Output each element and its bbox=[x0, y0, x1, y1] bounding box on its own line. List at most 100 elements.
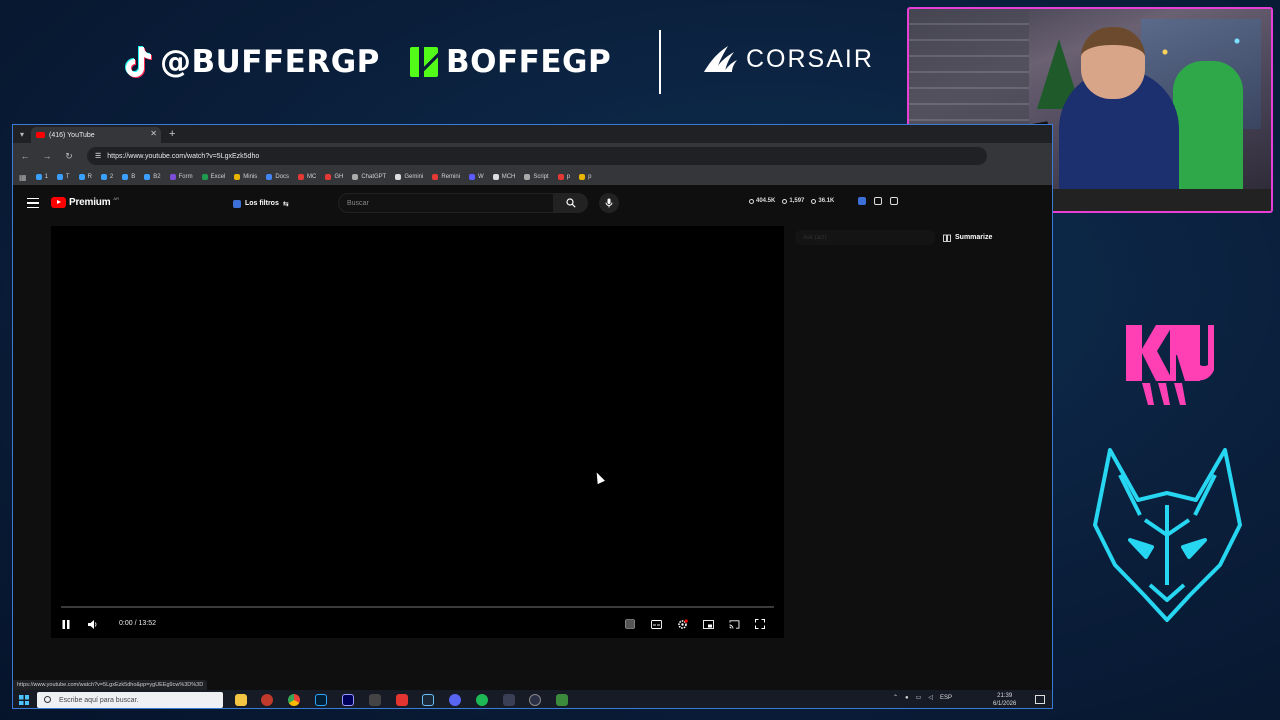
photoshop-icon[interactable] bbox=[315, 694, 327, 706]
tab-search-button[interactable]: ▾ bbox=[13, 125, 31, 143]
bookmark-item[interactable]: Script bbox=[524, 174, 549, 180]
webcam-streamer-head bbox=[1081, 27, 1145, 99]
bookmark-label: Form bbox=[178, 174, 193, 180]
cast-button[interactable] bbox=[727, 617, 741, 631]
bookmark-favicon-icon bbox=[432, 174, 439, 180]
search-button[interactable] bbox=[554, 193, 588, 213]
hamburger-menu-icon[interactable] bbox=[27, 198, 39, 208]
app-gear-icon[interactable] bbox=[529, 694, 541, 706]
volume-button[interactable] bbox=[86, 617, 100, 631]
taskbar-clock[interactable]: 21:39 6/1/2026 bbox=[993, 692, 1016, 708]
header-extension-icons bbox=[858, 197, 898, 205]
chat-icon[interactable] bbox=[890, 197, 898, 205]
bookmark-item[interactable]: GH bbox=[325, 174, 343, 180]
chrome-icon[interactable] bbox=[288, 694, 300, 706]
overlay-divider bbox=[659, 30, 661, 94]
screenshot-icon bbox=[625, 619, 635, 629]
bookmark-item[interactable]: ChatGPT bbox=[352, 174, 386, 180]
app-green-icon[interactable] bbox=[556, 694, 568, 706]
bookmark-item[interactable]: 1 bbox=[35, 174, 48, 180]
app-red-icon[interactable] bbox=[396, 694, 408, 706]
file-explorer-icon[interactable] bbox=[235, 694, 247, 706]
steam-icon[interactable] bbox=[422, 694, 434, 706]
bookmark-favicon-icon bbox=[469, 174, 476, 180]
tab-youtube[interactable]: (416) YouTube ✕ bbox=[31, 127, 161, 143]
close-tab-icon[interactable]: ✕ bbox=[150, 129, 157, 138]
system-tray: ⌃ ● ▭ ◁ ESP bbox=[893, 694, 952, 702]
address-bar-url: https://www.youtube.com/watch?v=5LgxEzk5… bbox=[107, 152, 260, 160]
keyboard-language[interactable]: ESP bbox=[940, 695, 952, 701]
bookmark-item[interactable]: MCH bbox=[492, 174, 515, 180]
search-input[interactable]: Buscar bbox=[338, 193, 554, 213]
settings-button[interactable] bbox=[675, 617, 689, 631]
ask-input[interactable]: Ask (a/z) bbox=[795, 230, 935, 245]
pause-button[interactable] bbox=[59, 617, 73, 631]
filter-extension-icon bbox=[233, 199, 241, 208]
bookmark-favicon-icon bbox=[78, 174, 85, 180]
bookmark-item[interactable]: Docs bbox=[266, 174, 289, 180]
site-info-icon[interactable]: ☰ bbox=[95, 152, 101, 160]
clock-date: 6/1/2026 bbox=[993, 701, 1017, 707]
bookmark-item[interactable]: T bbox=[56, 174, 70, 180]
bookmark-label: 2 bbox=[109, 174, 114, 180]
video-stats: 404.5K 1,597 36.1K bbox=[749, 198, 834, 204]
extension-icon[interactable] bbox=[858, 197, 866, 205]
taskbar-search-input[interactable]: Escribe aquí para buscar. bbox=[37, 692, 223, 708]
bookmark-item[interactable]: B bbox=[122, 174, 135, 180]
fullscreen-button[interactable] bbox=[753, 617, 767, 631]
progress-bar[interactable] bbox=[61, 606, 774, 608]
bookmark-item[interactable]: Remini bbox=[432, 174, 460, 180]
back-icon[interactable]: ← bbox=[19, 151, 31, 161]
spotify-icon[interactable] bbox=[476, 694, 488, 706]
tray-network-icon[interactable]: ▭ bbox=[916, 694, 922, 701]
kick-handle-text: BOFFEGP bbox=[446, 44, 612, 80]
youtube-country-code: AR bbox=[113, 196, 119, 201]
tray-chevron-icon[interactable]: ⌃ bbox=[893, 694, 898, 701]
tray-mic-icon[interactable]: ● bbox=[905, 695, 909, 701]
bookmark-item[interactable]: 2 bbox=[100, 174, 114, 180]
stat-value: 404.5K bbox=[756, 198, 776, 204]
bookmark-item[interactable]: p bbox=[557, 174, 570, 180]
bookmark-item[interactable]: Form bbox=[169, 174, 193, 180]
bookmark-item[interactable]: Gemini bbox=[395, 174, 423, 180]
kick-handle: BOFFEGP bbox=[410, 40, 611, 84]
trophy-icon[interactable] bbox=[874, 197, 882, 205]
stream-overlay-header: @BUFFERGP BOFFEGP CORSAIR bbox=[0, 0, 905, 122]
bookmark-item[interactable]: Minis bbox=[234, 174, 257, 180]
video-player[interactable]: 0:00 / 13:52 bbox=[51, 226, 784, 638]
windows-start-icon[interactable] bbox=[19, 695, 29, 705]
filters-chip[interactable]: Los filtros ⇆ bbox=[227, 196, 295, 211]
bookmark-item[interactable]: Excel bbox=[201, 174, 225, 180]
bookmark-label: p bbox=[588, 174, 592, 180]
youtube-premium-logo[interactable]: Premium AR bbox=[51, 196, 119, 208]
new-tab-button[interactable]: + bbox=[169, 128, 175, 140]
bookmark-item[interactable]: B2 bbox=[144, 174, 161, 180]
miniplayer-icon bbox=[702, 619, 714, 629]
bookmark-label: T bbox=[65, 174, 70, 180]
notification-center-icon[interactable] bbox=[1035, 695, 1045, 704]
youtube-page: Premium AR Los filtros ⇆ Buscar 404.5K 1… bbox=[13, 185, 1052, 695]
reload-icon[interactable]: ↻ bbox=[63, 151, 75, 162]
subtitles-button[interactable] bbox=[649, 617, 663, 631]
summarize-button[interactable]: Summarize bbox=[943, 230, 992, 245]
premiere-icon[interactable] bbox=[342, 694, 354, 706]
bookmark-label: B bbox=[131, 174, 136, 180]
bookmark-item[interactable]: p bbox=[579, 174, 591, 180]
extension-player-button[interactable] bbox=[623, 617, 637, 631]
bookmark-item[interactable]: MC bbox=[297, 174, 316, 180]
tray-volume-icon[interactable]: ◁ bbox=[928, 694, 933, 701]
voice-search-button[interactable] bbox=[599, 193, 619, 213]
opera-icon[interactable] bbox=[261, 694, 273, 706]
forward-icon[interactable]: → bbox=[41, 151, 53, 161]
bookmark-item[interactable]: W bbox=[469, 174, 484, 180]
kick-icon bbox=[410, 47, 438, 77]
bookmark-item[interactable]: R bbox=[78, 174, 92, 180]
address-bar[interactable]: ☰ https://www.youtube.com/watch?v=5LgxEz… bbox=[87, 147, 987, 165]
miniplayer-button[interactable] bbox=[701, 617, 715, 631]
tune-icon: ⇆ bbox=[282, 200, 289, 208]
calculator-icon[interactable] bbox=[369, 694, 381, 706]
obs-icon[interactable] bbox=[503, 694, 515, 706]
bookmark-favicon-icon bbox=[35, 174, 42, 180]
apps-grid-icon[interactable]: ▦ bbox=[19, 173, 27, 182]
discord-icon[interactable] bbox=[449, 694, 461, 706]
